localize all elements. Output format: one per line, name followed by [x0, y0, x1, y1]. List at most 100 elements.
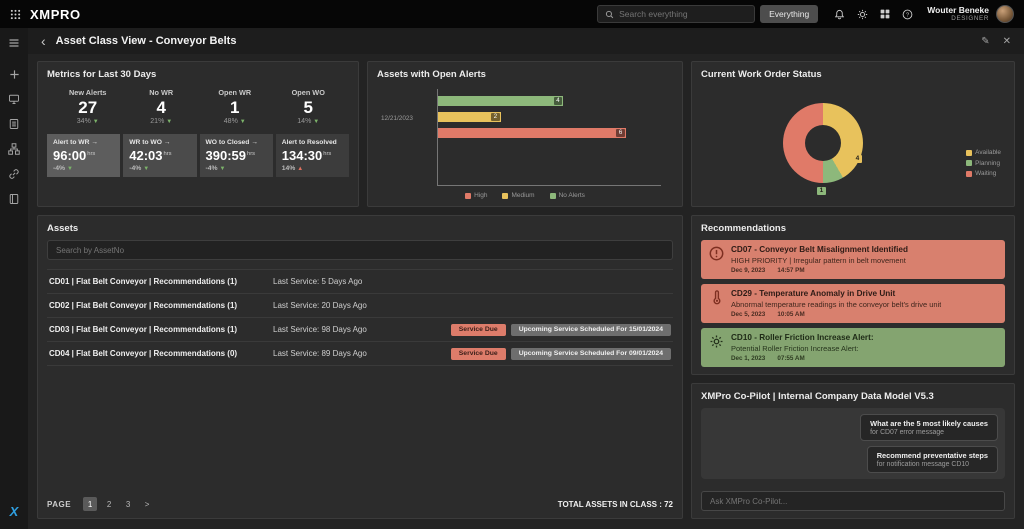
bar-value-label: 6 [616, 129, 624, 137]
duration-label: Alert to Resolved [282, 139, 343, 146]
data-streams-icon[interactable] [8, 143, 20, 155]
search-scope-button[interactable]: Everything [760, 5, 818, 23]
svg-text:?: ? [906, 12, 910, 18]
back-chevron-icon[interactable]: ‹ [41, 34, 46, 48]
add-icon[interactable] [9, 69, 20, 80]
page-button-1[interactable]: 1 [83, 497, 97, 511]
page-button-2[interactable]: 2 [102, 497, 116, 511]
recommendation-date: Dec 5, 202310:05 AM [731, 311, 941, 318]
global-search: Everything [597, 5, 818, 23]
asset-name: CD01 | Flat Belt Conveyor | Recommendati… [49, 277, 273, 286]
duration-value: 96:00hrs [53, 148, 114, 163]
open-alerts-panel: Assets with Open Alerts 12/21/2023 426 H… [367, 61, 683, 207]
asset-search[interactable] [47, 240, 673, 260]
panel-title: Recommendations [701, 223, 1005, 234]
duration-alert-to-resolved[interactable]: Alert to Resolved 134:30hrs 14% ▲ [276, 134, 349, 177]
panel-title: Metrics for Last 30 Days [47, 69, 349, 80]
edit-pencil-icon[interactable]: ✎ [981, 36, 989, 47]
bar-row: 4 [438, 96, 657, 106]
kpi-delta: 21% ▼ [125, 118, 199, 125]
recommendation-item-cd10[interactable]: CD10 - Roller Friction Increase Alert: P… [701, 328, 1005, 367]
settings-gear-icon[interactable] [857, 9, 868, 20]
asset-search-input[interactable] [56, 246, 664, 255]
topbar-icons: ? [834, 9, 913, 20]
recommendation-item-cd07[interactable]: CD07 - Conveyor Belt Misalignment Identi… [701, 240, 1005, 279]
apps-grid-icon[interactable] [10, 9, 21, 20]
legend-item: Available [966, 149, 1001, 156]
copilot-prompt-2[interactable]: Recommend preventative steps for notific… [867, 446, 998, 473]
library-book-icon[interactable] [8, 193, 20, 205]
modules-grid-icon[interactable] [880, 9, 890, 19]
topbar-left: XMPRO [10, 7, 81, 22]
asset-name: CD02 | Flat Belt Conveyor | Recommendati… [49, 301, 273, 310]
duration-wo-to-closed[interactable]: WO to Closed → 390:59hrs -4% ▼ [200, 134, 273, 177]
copilot-prompt-1[interactable]: What are the 5 most likely causes for CD… [860, 414, 998, 441]
page-button-3[interactable]: 3 [121, 497, 135, 511]
asset-row-cd03[interactable]: CD03 | Flat Belt Conveyor | Recommendati… [47, 318, 673, 342]
recommendation-detail: Abnormal temperature readings in the con… [731, 300, 941, 309]
trend-icon: ▼ [313, 119, 319, 125]
kpi-label: New Alerts [51, 88, 125, 97]
duration-wr-to-wo[interactable]: WR to WO → 42:03hrs -4% ▼ [123, 134, 196, 177]
metrics-panel: Metrics for Last 30 Days New Alerts 27 3… [37, 61, 359, 207]
dashboards-icon[interactable] [8, 93, 20, 105]
user-info: Wouter Beneke DESIGNER [927, 6, 989, 23]
trend-icon: ▼ [166, 119, 172, 125]
donut-callout-0: 4 [853, 155, 863, 163]
bar-row: 6 [438, 128, 657, 138]
duration-delta: 14% ▲ [282, 165, 343, 172]
copilot-suggestions: What are the 5 most likely causes for CD… [701, 408, 1005, 479]
page-label: PAGE [47, 500, 71, 509]
duration-alert-to-wr[interactable]: Alert to WR → 96:00hrs -4% ▼ [47, 134, 120, 177]
recommendations-panel: Recommendations CD07 - Conveyor Belt Mis… [691, 215, 1015, 375]
close-icon[interactable]: ✕ [1003, 36, 1011, 47]
assets-footer: PAGE 1 2 3 > TOTAL ASSETS IN CLASS : 72 [47, 497, 673, 511]
menu-hamburger-icon[interactable] [8, 37, 20, 49]
copilot-input[interactable] [710, 497, 996, 506]
wo-donut [783, 103, 863, 183]
recommendation-detail: Potential Roller Friction Increase Alert… [731, 344, 874, 353]
main-content: Metrics for Last 30 Days New Alerts 27 3… [28, 54, 1024, 529]
duration-delta: -4% ▼ [53, 165, 114, 172]
work-requests-icon[interactable] [8, 118, 20, 130]
kpi-label: No WR [125, 88, 199, 97]
search-input[interactable] [619, 9, 747, 19]
kpi-new-alerts: New Alerts 27 34% ▼ [51, 88, 125, 125]
prompt-line-2: for CD07 error message [870, 429, 988, 436]
recommendation-item-cd29[interactable]: CD29 - Temperature Anomaly in Drive Unit… [701, 284, 1005, 323]
work-order-status-panel: Current Work Order Status 4 1 AvailableP… [691, 61, 1015, 207]
panel-title: Assets [47, 223, 673, 234]
recommendation-detail: HIGH PRIORITY | Irregular pattern in bel… [731, 256, 908, 265]
asset-list: CD01 | Flat Belt Conveyor | Recommendati… [47, 269, 673, 366]
copilot-input-box[interactable] [701, 491, 1005, 511]
kpi-open-wo: Open WO 5 14% ▼ [272, 88, 346, 125]
assets-panel: Assets CD01 | Flat Belt Conveyor | Recom… [37, 215, 683, 519]
duration-value: 134:30hrs [282, 148, 343, 163]
duration-label: WR to WO → [129, 139, 190, 146]
asset-row-cd02[interactable]: CD02 | Flat Belt Conveyor | Recommendati… [47, 294, 673, 318]
search-bar[interactable] [597, 5, 755, 23]
duration-value: 42:03hrs [129, 148, 190, 163]
xmpro-x-logo-icon[interactable]: X [10, 504, 19, 519]
legend-item: Planning [966, 160, 1001, 167]
notifications-bell-icon[interactable] [834, 9, 845, 20]
thermometer-icon [709, 290, 724, 305]
asset-name: CD03 | Flat Belt Conveyor | Recommendati… [49, 325, 273, 334]
legend-item: High [465, 192, 487, 199]
help-icon[interactable]: ? [902, 9, 913, 20]
trend-icon: ▼ [143, 166, 149, 172]
page-next-button[interactable]: > [140, 497, 154, 511]
duration-tiles: Alert to WR → 96:00hrs -4% ▼ WR to WO → … [47, 134, 349, 177]
duration-label: Alert to WR → [53, 139, 114, 146]
copilot-panel: XMPro Co-Pilot | Internal Company Data M… [691, 383, 1015, 519]
connections-link-icon[interactable] [8, 168, 20, 180]
wo-legend: AvailablePlanningWaiting [966, 149, 1001, 177]
kpi-delta: 34% ▼ [51, 118, 125, 125]
duration-delta: -4% ▼ [129, 165, 190, 172]
asset-last-service: Last Service: 89 Days Ago [273, 349, 367, 358]
asset-row-cd04[interactable]: CD04 | Flat Belt Conveyor | Recommendati… [47, 342, 673, 366]
user-avatar[interactable] [996, 5, 1014, 23]
legend-item: Medium [502, 192, 534, 199]
asset-row-cd01[interactable]: CD01 | Flat Belt Conveyor | Recommendati… [47, 270, 673, 294]
bar-medium: 2 [438, 112, 501, 122]
